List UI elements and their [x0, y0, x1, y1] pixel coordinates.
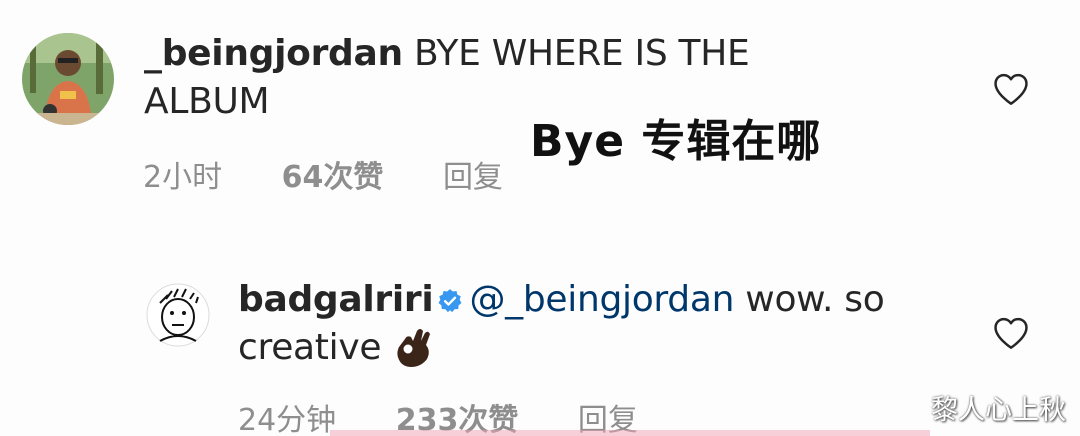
comment-username[interactable]: _beingjordan — [144, 33, 403, 74]
comment-body-line1: BYE WHERE IS THE — [414, 33, 750, 74]
comment-username[interactable]: badgalriri — [238, 279, 434, 320]
reply-button[interactable]: 回复 — [443, 160, 503, 195]
mention-link[interactable]: @_beingjordan — [469, 279, 734, 320]
instagram-comments-screenshot: _beingjordan BYE WHERE IS THE ALBUM 2小时 … — [0, 0, 1080, 436]
comment-time: 2小时 — [143, 160, 223, 195]
comment-time: 24分钟 — [238, 403, 337, 436]
verified-badge-icon — [438, 289, 462, 313]
comment-text: badgalriri @_beingjordan wow. so creativ… — [238, 276, 978, 372]
avatar[interactable] — [22, 33, 114, 125]
overlay-caption: Bye 专辑在哪 — [530, 116, 822, 167]
cropped-caption-fragment — [330, 430, 930, 436]
comment-body-line2: ALBUM — [144, 81, 270, 122]
comment-likes[interactable]: 64次赞 — [282, 160, 384, 195]
heart-outline-icon[interactable] — [992, 316, 1030, 350]
avatar[interactable] — [146, 283, 210, 347]
ok-hand-emoji — [397, 329, 431, 367]
comment-body-line2: creative — [238, 327, 382, 368]
comment-meta: 2小时 64次赞 回复 — [143, 152, 553, 196]
watermark: 黎人心上秋 — [931, 395, 1066, 426]
heart-outline-icon[interactable] — [992, 72, 1030, 106]
comment-body-line1: wow. so — [745, 279, 885, 320]
